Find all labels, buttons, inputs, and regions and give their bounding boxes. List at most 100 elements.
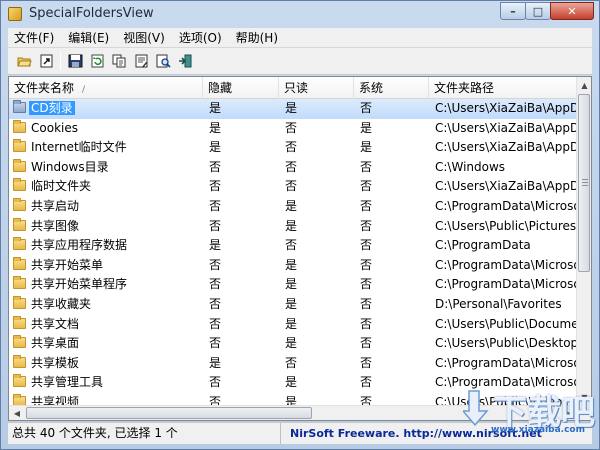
folder-list[interactable]: 文件夹名称 / 隐藏 只读 系统 文件夹路径 CD刻录是是否 C:\Users\Xi… bbox=[8, 76, 592, 421]
column-header-path[interactable]: 文件夹路径 bbox=[429, 77, 577, 99]
readonly-cell: 是 bbox=[285, 336, 298, 351]
minimize-button[interactable]: – bbox=[500, 2, 526, 20]
table-row[interactable]: Cookies 是 否 是 C:\Users\XiaZaiBa\AppData bbox=[9, 119, 580, 139]
hidden-cell: 是 bbox=[209, 101, 222, 115]
refresh-button[interactable] bbox=[87, 51, 107, 71]
sort-indicator-icon: / bbox=[82, 85, 86, 95]
maximize-button[interactable]: □ bbox=[525, 2, 551, 20]
path-cell: C:\Users\Public\Documents bbox=[435, 316, 580, 331]
folder-icon bbox=[13, 217, 26, 231]
readonly-cell: 否 bbox=[285, 355, 298, 370]
copy-button[interactable] bbox=[109, 51, 129, 71]
shortcut-button[interactable] bbox=[36, 51, 56, 71]
find-button[interactable] bbox=[153, 51, 173, 71]
exit-button[interactable] bbox=[175, 51, 195, 71]
hidden-cell: 是 bbox=[209, 140, 222, 155]
scrollbar-corner bbox=[576, 405, 591, 420]
folder-icon bbox=[13, 158, 26, 172]
properties-button[interactable] bbox=[131, 51, 151, 71]
system-cell: 否 bbox=[360, 336, 373, 351]
table-row[interactable]: 共享桌面 否 是 否 C:\Users\Public\Desktop bbox=[9, 334, 579, 354]
table-row[interactable]: Windows目录 否 否 否 C:\Windows bbox=[9, 158, 577, 178]
vertical-scrollbar[interactable]: ▲ ▼ bbox=[576, 77, 591, 405]
scroll-up-arrow-icon[interactable]: ▲ bbox=[577, 77, 591, 93]
folder-icon bbox=[13, 315, 26, 329]
favorites-folder-icon bbox=[13, 295, 26, 309]
path-cell: C:\ProgramData\Microsoft\ bbox=[435, 375, 580, 390]
folder-name: 共享应用程序数据 bbox=[31, 238, 128, 253]
folder-name: 共享开始菜单程序 bbox=[31, 277, 128, 292]
hidden-cell: 否 bbox=[209, 179, 222, 194]
column-header-name[interactable]: 文件夹名称 / bbox=[9, 77, 203, 99]
readonly-cell: 否 bbox=[285, 238, 298, 253]
vertical-scroll-thumb[interactable] bbox=[578, 94, 590, 272]
table-row[interactable]: 共享开始菜单 否 是 否 C:\ProgramData\Microsoft\ bbox=[9, 256, 580, 276]
scroll-down-arrow-icon[interactable]: ▼ bbox=[577, 389, 591, 405]
folder-name-cell: Cookies bbox=[13, 119, 201, 139]
table-row[interactable]: Internet临时文件 是 否 是 C:\Users\XiaZaiBa\AppData bbox=[9, 138, 580, 158]
menu-options[interactable]: 选项(O) bbox=[172, 29, 229, 46]
readonly-cell: 是 bbox=[285, 101, 298, 115]
folder-name: Cookies bbox=[31, 120, 78, 135]
hidden-cell: 否 bbox=[209, 159, 222, 174]
menu-edit[interactable]: 编辑(E) bbox=[61, 29, 116, 46]
folder-icon bbox=[13, 237, 26, 251]
hidden-cell: 否 bbox=[209, 218, 222, 233]
save-button[interactable] bbox=[65, 51, 85, 71]
scroll-left-arrow-icon[interactable]: ◀ bbox=[9, 406, 25, 420]
system-cell: 否 bbox=[360, 316, 373, 331]
table-row[interactable]: 临时文件夹 否 否 否 C:\Users\XiaZaiBa\AppData bbox=[9, 177, 580, 197]
horizontal-scrollbar[interactable]: ◀ ▶ bbox=[9, 405, 577, 420]
close-button[interactable]: ✕ bbox=[550, 2, 594, 20]
column-header-system[interactable]: 系统 bbox=[354, 77, 429, 99]
folder-name-cell: 共享应用程序数据 bbox=[13, 236, 201, 256]
readonly-cell: 是 bbox=[285, 198, 298, 213]
readonly-cell: 否 bbox=[285, 140, 298, 155]
table-row[interactable]: 共享模板 是 否 否 C:\ProgramData\Microsoft\ bbox=[9, 354, 580, 374]
readonly-cell: 是 bbox=[285, 316, 298, 331]
system-cell: 否 bbox=[360, 218, 373, 233]
list-header: 文件夹名称 / 隐藏 只读 系统 文件夹路径 bbox=[9, 77, 577, 99]
system-cell: 是 bbox=[360, 120, 373, 135]
menu-view[interactable]: 视图(V) bbox=[116, 29, 172, 46]
column-header-readonly[interactable]: 只读 bbox=[279, 77, 354, 99]
system-cell: 否 bbox=[360, 257, 373, 272]
path-cell: C:\Users\Public\Pictures bbox=[435, 218, 577, 233]
folder-name: 共享桌面 bbox=[31, 336, 80, 351]
menu-help[interactable]: 帮助(H) bbox=[229, 29, 285, 46]
table-row[interactable]: 共享开始菜单程序 否 是 否 C:\ProgramData\Microsoft\ bbox=[9, 275, 580, 295]
path-cell: C:\Users\XiaZaiBa\AppData bbox=[435, 101, 580, 115]
hidden-cell: 否 bbox=[209, 257, 222, 272]
folder-icon bbox=[13, 276, 26, 290]
readonly-cell: 否 bbox=[285, 159, 298, 174]
table-row[interactable]: 共享管理工具 否 是 否 C:\ProgramData\Microsoft\ bbox=[9, 373, 580, 393]
table-row[interactable]: 共享收藏夹 否 是 否 D:\Personal\Favorites bbox=[9, 295, 577, 315]
toolbar bbox=[8, 48, 592, 75]
folder-name: 共享收藏夹 bbox=[31, 296, 92, 311]
path-cell: C:\Users\Public\Desktop bbox=[435, 336, 579, 351]
menu-file[interactable]: 文件(F) bbox=[8, 29, 61, 46]
title-bar[interactable]: SpecialFoldersView – □ ✕ bbox=[1, 1, 599, 27]
path-cell: C:\Users\XiaZaiBa\AppData bbox=[435, 140, 580, 155]
refresh-icon bbox=[91, 54, 103, 68]
horizontal-scroll-thumb[interactable] bbox=[26, 407, 312, 419]
column-header-hidden[interactable]: 隐藏 bbox=[203, 77, 279, 99]
table-row[interactable]: 共享启动 否 是 否 C:\ProgramData\Microsoft\ bbox=[9, 197, 580, 217]
hidden-cell: 是 bbox=[209, 355, 222, 370]
table-row[interactable]: CD刻录 是 是 否 C:\Users\XiaZaiBa\AppData bbox=[9, 99, 580, 119]
table-row[interactable]: 共享应用程序数据 是 否 否 C:\ProgramData bbox=[9, 236, 577, 256]
path-cell: C:\ProgramData\Microsoft\ bbox=[435, 277, 580, 292]
table-row[interactable]: 共享图像 否 是 否 C:\Users\Public\Pictures bbox=[9, 217, 577, 237]
table-row[interactable]: 共享文档 否 是 否 C:\Users\Public\Documents bbox=[9, 315, 580, 335]
scroll-right-arrow-icon[interactable]: ▶ bbox=[561, 406, 577, 420]
readonly-cell: 是 bbox=[285, 218, 298, 233]
folder-name-cell: 共享图像 bbox=[13, 217, 201, 237]
status-count: 总共 40 个文件夹, 已选择 1 个 bbox=[11, 423, 281, 444]
nirsoft-link[interactable]: NirSoft Freeware. http://www.nirsoft.net bbox=[290, 423, 542, 444]
folder-name: 共享管理工具 bbox=[31, 375, 104, 390]
copy-icon bbox=[112, 54, 125, 68]
system-cell: 否 bbox=[360, 375, 373, 390]
folder-name: 共享图像 bbox=[31, 218, 80, 233]
open-folder-button[interactable] bbox=[14, 51, 34, 71]
menu-bar: 文件(F) 编辑(E) 视图(V) 选项(O) 帮助(H) bbox=[8, 28, 592, 48]
